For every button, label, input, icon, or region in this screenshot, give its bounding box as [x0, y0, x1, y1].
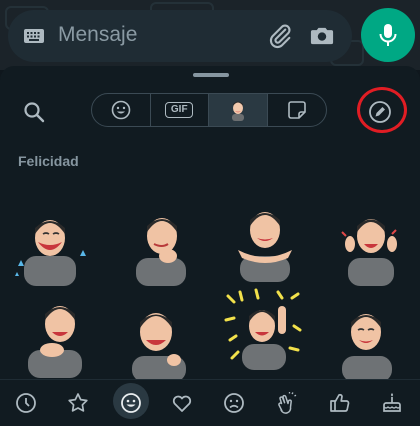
sticker-icon: [287, 101, 306, 119]
camera-icon[interactable]: [308, 22, 336, 50]
cake-icon[interactable]: [380, 391, 404, 415]
tab-gif[interactable]: GIF: [151, 94, 209, 126]
search-icon[interactable]: [22, 100, 46, 124]
paperclip-icon[interactable]: [266, 22, 294, 50]
message-composer[interactable]: Mensaje: [8, 10, 352, 62]
tab-stickers[interactable]: [268, 94, 327, 126]
thumbs-up-icon[interactable]: [328, 391, 352, 415]
clapping-hands-icon[interactable]: [275, 391, 299, 415]
tab-emoji[interactable]: [92, 94, 151, 126]
panel-tabs: GIF: [91, 93, 327, 127]
avatar-sticker-hands-chin[interactable]: [224, 200, 306, 282]
smiley-icon: [111, 100, 131, 120]
avatar-sticker-cheering[interactable]: [330, 204, 412, 286]
avatar-sticker-shy[interactable]: [120, 204, 202, 286]
message-input[interactable]: Mensaje: [58, 22, 238, 48]
star-icon[interactable]: [66, 391, 90, 415]
heart-icon[interactable]: [170, 391, 194, 415]
avatar-sticker-celebrating[interactable]: [222, 288, 304, 370]
avatar-sticker-crying-laughing[interactable]: [10, 204, 92, 286]
sad-face-icon[interactable]: [222, 391, 246, 415]
avatar-sticker-grinning[interactable]: [118, 300, 200, 382]
keyboard-icon[interactable]: [22, 24, 46, 48]
avatar-sticker-smiling[interactable]: [326, 300, 408, 382]
highlight-annotation: [357, 87, 407, 133]
section-title: Felicidad: [18, 153, 79, 169]
tab-avatar[interactable]: [209, 94, 268, 126]
avatar-icon: [231, 101, 244, 121]
category-bar: [0, 379, 420, 426]
microphone-button[interactable]: [361, 8, 415, 62]
avatar-sticker-laughing-hands[interactable]: [14, 296, 96, 378]
emoji-panel: GIF Felicidad: [0, 66, 420, 426]
smiley-icon[interactable]: [119, 391, 143, 415]
clock-icon[interactable]: [14, 391, 38, 415]
microphone-icon: [379, 24, 397, 46]
gif-icon: GIF: [165, 102, 194, 118]
drag-handle[interactable]: [193, 73, 229, 77]
